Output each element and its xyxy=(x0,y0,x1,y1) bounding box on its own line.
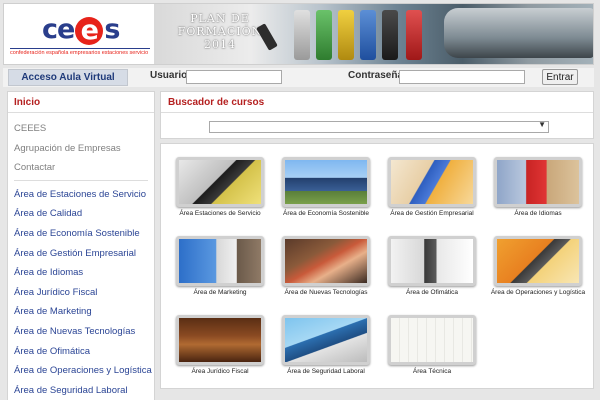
pump-blue-icon xyxy=(360,10,376,60)
login-bar: Acceso Aula Virtual Usuario Contraseña E… xyxy=(3,68,594,87)
sidebar-item-calidad[interactable]: Área de Calidad xyxy=(8,204,154,224)
contrasena-input[interactable] xyxy=(399,70,525,84)
sidebar-item-marketing[interactable]: Área de Marketing xyxy=(8,302,154,322)
course-grid: Área Estaciones de Servicio Área de Econ… xyxy=(160,143,594,389)
course-tile-marketing[interactable]: Área de Marketing xyxy=(167,236,273,296)
sidebar-item-juridico[interactable]: Área Jurídico Fiscal xyxy=(8,283,154,303)
course-label[interactable]: Área de Ofimática xyxy=(379,289,485,296)
pump-black-icon xyxy=(382,10,398,60)
course-label[interactable]: Área de Nuevas Tecnologías xyxy=(273,289,379,296)
course-label[interactable]: Área de Economía Sostenible xyxy=(273,210,379,217)
course-label[interactable]: Área de Operaciones y Logística xyxy=(485,289,591,296)
aerial-lift-thumbnail[interactable] xyxy=(282,315,370,365)
writing-hand-thumbnail[interactable] xyxy=(388,157,476,207)
london-phone-booth-thumbnail[interactable] xyxy=(494,157,582,207)
sidebar-item-estaciones[interactable]: Área de Estaciones de Servicio xyxy=(8,185,154,205)
sidebar-heading[interactable]: Inicio xyxy=(8,92,154,113)
logo-suffix: s xyxy=(104,14,120,45)
plan-line-2: FORMACIÓN xyxy=(177,25,263,38)
computer-monitor-thumbnail[interactable] xyxy=(176,236,264,286)
plan-line-1: PLAN DE xyxy=(190,12,250,25)
sidebar-item-ofimatica[interactable]: Área de Ofimática xyxy=(8,342,154,362)
phone-hands-thumbnail[interactable] xyxy=(282,236,370,286)
course-tile-gestion[interactable]: Área de Gestión Empresarial xyxy=(379,157,485,217)
course-tile-ofimatica[interactable]: Área de Ofimática xyxy=(379,236,485,296)
sidebar-item-operaciones[interactable]: Área de Operaciones y Logística xyxy=(8,361,154,381)
logo-subtitle: confederación española empresarios estac… xyxy=(10,50,149,56)
course-search-heading: Buscador de cursos xyxy=(161,92,593,113)
pump-yellow-icon xyxy=(338,10,354,60)
course-select-dropdown[interactable]: ▼ xyxy=(209,120,549,133)
logo-wordmark: ce e s xyxy=(42,14,120,45)
technical-drawing-thumbnail[interactable] xyxy=(388,315,476,365)
course-label[interactable]: Área de Seguridad Laboral xyxy=(273,368,379,375)
sidebar-item-idiomas[interactable]: Área de Idiomas xyxy=(8,263,154,283)
sidebar-item-nuevas-tecnologias[interactable]: Área de Nuevas Tecnologías xyxy=(8,322,154,342)
course-tile-idiomas[interactable]: Área de Idiomas xyxy=(485,157,591,217)
course-tile-estaciones[interactable]: Área Estaciones de Servicio xyxy=(167,157,273,217)
fuel-nozzle-thumbnail[interactable] xyxy=(176,157,264,207)
course-label[interactable]: Área Estaciones de Servicio xyxy=(167,210,273,217)
chevron-down-icon[interactable]: ▼ xyxy=(538,120,546,129)
logo-e-circle: e xyxy=(75,16,104,45)
office-chair-thumbnail[interactable] xyxy=(388,236,476,286)
sidebar-item-seguridad[interactable]: Área de Seguridad Laboral xyxy=(8,381,154,400)
pump-red-icon xyxy=(406,10,422,60)
ceees-logo[interactable]: ce e s confederación española empresarios … xyxy=(4,4,154,64)
logo-prefix: ce xyxy=(42,14,75,45)
tanker-truck-icon xyxy=(444,8,593,58)
sidebar-divider xyxy=(14,179,148,181)
course-label[interactable]: Área de Marketing xyxy=(167,289,273,296)
entrar-button[interactable]: Entrar xyxy=(542,69,578,85)
sidebar: Inicio CEEES Agrupación de Empresas Cont… xyxy=(7,91,155,400)
course-label[interactable]: Área de Gestión Empresarial xyxy=(379,210,485,217)
course-tile-nuevas-tecnologias[interactable]: Área de Nuevas Tecnologías xyxy=(273,236,379,296)
course-tile-tecnica[interactable]: Área Técnica xyxy=(379,315,485,375)
contrasena-label: Contraseña xyxy=(348,70,404,81)
sidebar-item-economia[interactable]: Área de Economía Sostenible xyxy=(8,224,154,244)
plan-formacion-title: PLAN DE FORMACIÓN 2014 xyxy=(170,12,270,51)
sidebar-item-gestion[interactable]: Área de Gestión Empresarial xyxy=(8,244,154,264)
course-tile-seguridad[interactable]: Área de Seguridad Laboral xyxy=(273,315,379,375)
plan-line-3: 2014 xyxy=(204,38,236,51)
course-tile-economia[interactable]: Área de Economía Sostenible xyxy=(273,157,379,217)
banner-image: PLAN DE FORMACIÓN 2014 xyxy=(154,4,593,64)
sidebar-item-contactar[interactable]: Contactar xyxy=(8,158,154,178)
course-search-panel: Buscador de cursos ▼ xyxy=(160,91,594,139)
pump-grey-icon xyxy=(294,10,310,60)
logistics-device-thumbnail[interactable] xyxy=(494,236,582,286)
course-label[interactable]: Área de Idiomas xyxy=(485,210,591,217)
pump-green-icon xyxy=(316,10,332,60)
site-header: ce e s confederación española empresarios … xyxy=(3,3,594,65)
course-tile-juridico[interactable]: Área Jurídico Fiscal xyxy=(167,315,273,375)
sidebar-item-ceees[interactable]: CEEES xyxy=(8,119,154,139)
usuario-input[interactable] xyxy=(186,70,282,84)
course-label[interactable]: Área Jurídico Fiscal xyxy=(167,368,273,375)
sidebar-item-agrupacion[interactable]: Agrupación de Empresas xyxy=(8,139,154,159)
solar-panel-thumbnail[interactable] xyxy=(282,157,370,207)
wooden-desk-thumbnail[interactable] xyxy=(176,315,264,365)
usuario-label: Usuario xyxy=(150,70,188,81)
logo-rule xyxy=(10,48,150,49)
aula-virtual-link[interactable]: Acceso Aula Virtual xyxy=(8,69,128,86)
course-label[interactable]: Área Técnica xyxy=(379,368,485,375)
course-tile-operaciones[interactable]: Área de Operaciones y Logística xyxy=(485,236,591,296)
